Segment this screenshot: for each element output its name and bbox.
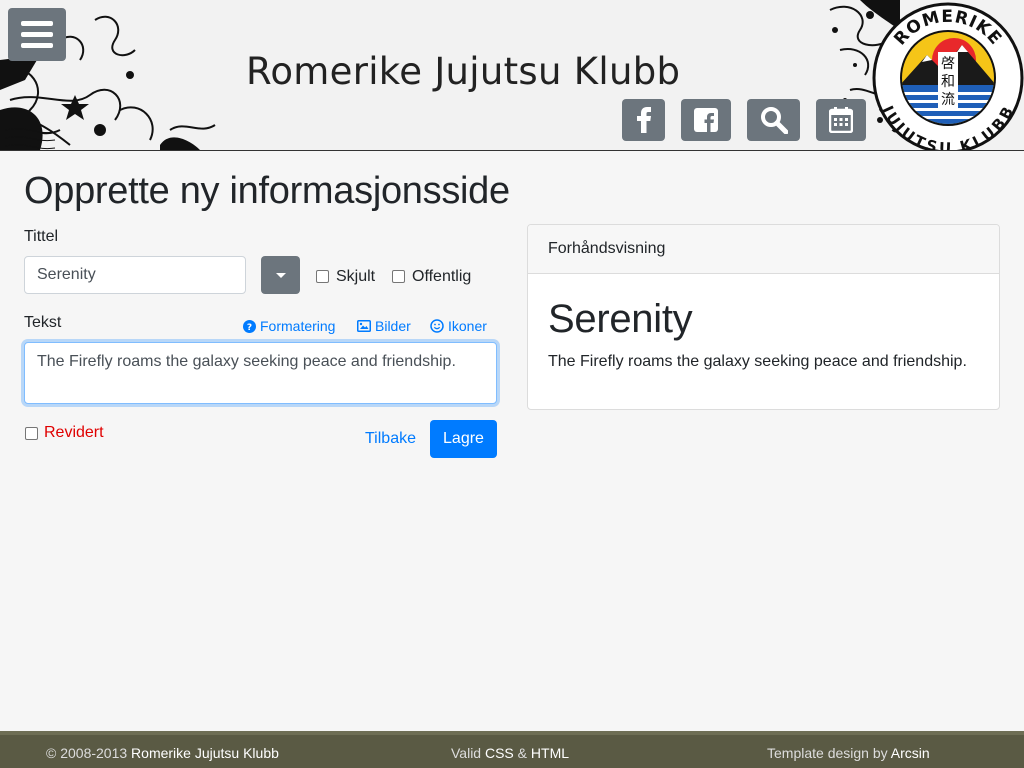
calendar-icon xyxy=(829,107,853,133)
footer-template: Template design by Arcsin xyxy=(767,745,930,761)
caret-down-icon xyxy=(275,272,286,278)
site-header: Romerike Jujutsu Klubb 啓 和 流 ROMERIKE JU… xyxy=(0,0,1024,151)
site-title: Romerike Jujutsu Klubb xyxy=(246,50,681,93)
title-label: Tittel xyxy=(24,228,59,245)
footer-copyright: © 2008-2013 Romerike Jujutsu Klubb xyxy=(46,745,279,761)
footer-html-link[interactable]: HTML xyxy=(531,745,569,761)
title-input-value: Serenity xyxy=(37,266,96,283)
images-link[interactable]: Bilder xyxy=(357,318,411,334)
preview-body: The Firefly roams the galaxy seeking pea… xyxy=(548,353,967,370)
back-link[interactable]: Tilbake xyxy=(365,430,416,448)
menu-button[interactable] xyxy=(8,8,66,61)
footer-arcsin-link[interactable]: Arcsin xyxy=(891,745,930,761)
preview-header: Forhåndsvisning xyxy=(528,225,999,274)
hidden-label[interactable]: Skjult xyxy=(336,268,375,286)
revised-checkbox[interactable] xyxy=(25,427,38,440)
logo-kanji-2: 和 xyxy=(941,74,955,90)
footer-club-link[interactable]: Romerike Jujutsu Klubb xyxy=(131,745,279,761)
facebook-icon xyxy=(636,107,651,133)
question-circle-icon: ? xyxy=(243,319,256,333)
search-button[interactable] xyxy=(747,99,800,141)
icons-link[interactable]: Ikoner xyxy=(430,318,487,334)
svg-text:?: ? xyxy=(247,323,252,333)
revised-label[interactable]: Revidert xyxy=(44,424,104,442)
calendar-button[interactable] xyxy=(816,99,866,141)
save-button[interactable]: Lagre xyxy=(430,420,497,458)
title-dropdown-button[interactable] xyxy=(261,256,300,294)
logo-kanji-3: 流 xyxy=(941,92,955,108)
text-area[interactable]: The Firefly roams the galaxy seeking pea… xyxy=(24,342,497,404)
smiley-icon xyxy=(430,319,444,333)
title-input[interactable]: Serenity xyxy=(24,256,246,294)
club-logo[interactable]: 啓 和 流 ROMERIKE JUJUTSU KLUBB xyxy=(872,0,1024,150)
text-label: Tekst xyxy=(24,314,62,331)
site-footer: © 2008-2013 Romerike Jujutsu Klubb Valid… xyxy=(0,731,1024,768)
text-area-value: The Firefly roams the galaxy seeking pea… xyxy=(37,353,456,370)
footer-css-link[interactable]: CSS xyxy=(485,745,514,761)
search-icon xyxy=(760,107,788,134)
preview-title: Serenity xyxy=(548,297,693,341)
public-checkbox[interactable] xyxy=(392,270,405,283)
hidden-checkbox[interactable] xyxy=(316,270,329,283)
facebook-square-icon xyxy=(694,108,718,132)
footer-valid: Valid CSS & HTML xyxy=(451,745,570,761)
hamburger-menu-icon xyxy=(21,21,53,26)
facebook-page-button[interactable] xyxy=(681,99,731,141)
facebook-button[interactable] xyxy=(622,99,665,141)
formatting-link[interactable]: ? Formatering xyxy=(243,318,335,334)
preview-card: Forhåndsvisning Serenity The Firefly roa… xyxy=(527,224,1000,410)
public-label[interactable]: Offentlig xyxy=(412,268,471,286)
image-icon xyxy=(357,320,371,332)
logo-kanji-1: 啓 xyxy=(941,56,955,72)
page-title: Opprette ny informasjonsside xyxy=(24,170,510,212)
